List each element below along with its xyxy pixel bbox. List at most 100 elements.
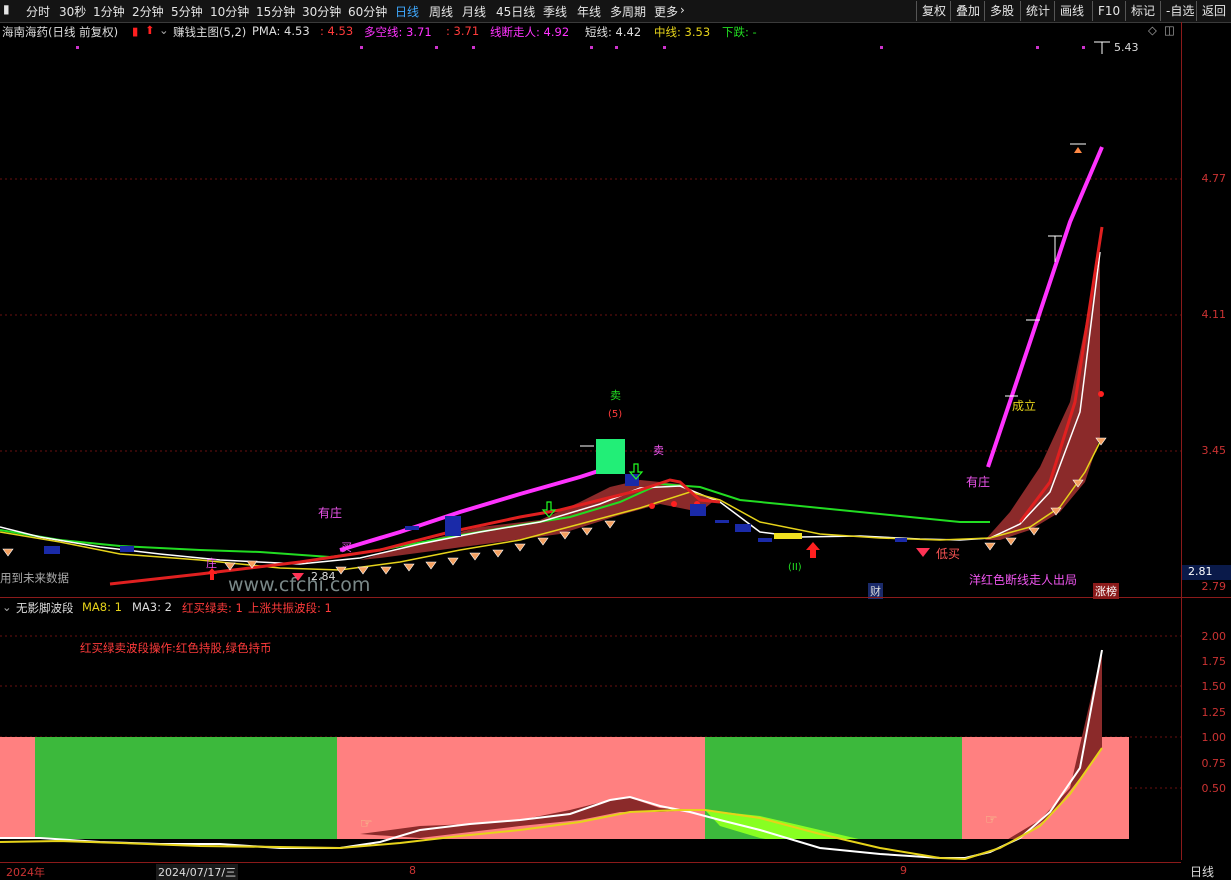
tab-45day[interactable]: 45日线 <box>496 3 535 20</box>
signal-dot <box>360 46 363 49</box>
tab-monthly[interactable]: 月线 <box>462 3 486 20</box>
duanxian-value: 短线: 4.42 <box>585 25 642 39</box>
diamond-icon <box>537 537 549 546</box>
sell-signal-box <box>596 439 625 474</box>
y-tick: 2.79 <box>1201 580 1227 593</box>
xiadie-value: 下跌: - <box>722 25 757 39</box>
tab-1min[interactable]: 1分钟 <box>93 3 125 20</box>
tab-2min[interactable]: 2分钟 <box>132 3 164 20</box>
signal-dot <box>1098 391 1104 397</box>
period-toolbar: ▮ 分时 30秒 1分钟 2分钟 5分钟 10分钟 15分钟 30分钟 60分钟… <box>0 0 1231 23</box>
diamond-icon <box>425 561 437 570</box>
y-tick: 3.45 <box>1201 444 1227 457</box>
trend-band <box>360 480 715 560</box>
dimai-label: 低买 <box>936 547 961 561</box>
signal-dot <box>671 501 677 507</box>
button-zixuan[interactable]: -自选 <box>1160 1 1199 21</box>
lock-icon: ▮ <box>132 24 139 38</box>
sub-y-tick: 1.75 <box>1201 655 1227 668</box>
marker-ii: (II) <box>788 562 802 573</box>
diamond-icon <box>2 548 14 557</box>
tab-5min[interactable]: 5分钟 <box>171 3 203 20</box>
exit-note: 洋红色断线走人出局 <box>969 573 1078 587</box>
sub-indicator-name[interactable]: 无影脚波段 <box>16 600 74 616</box>
diamond-icon <box>357 566 369 575</box>
candle <box>625 474 639 486</box>
tab-multi-period[interactable]: 多周期 <box>610 3 646 20</box>
future-data-note: 用到未来数据 <box>0 571 69 585</box>
button-huaxian[interactable]: 画线 <box>1054 1 1089 21</box>
peak-marker-icon <box>1074 147 1082 153</box>
tab-more[interactable]: 更多 <box>654 3 678 20</box>
signal-box <box>774 533 802 539</box>
signal-dot <box>1082 46 1085 49</box>
arrow-up-icon: ⬆ <box>145 23 155 37</box>
chevron-down-icon[interactable]: ⌄ <box>2 600 12 614</box>
chevron-down-icon[interactable]: ⌄ <box>159 23 169 37</box>
shangzhang-value: 上涨共振波段: 1 <box>248 601 332 615</box>
youzhuang-label: 有庄 <box>318 506 343 520</box>
arrow-up-icon <box>806 542 820 558</box>
xianduan-value: 线断走人: 4.92 <box>490 25 570 39</box>
tab-quarterly[interactable]: 季线 <box>543 3 567 20</box>
indicator-name[interactable]: 赚钱主图(5,2) <box>173 24 246 40</box>
sub-y-tick: 0.75 <box>1201 757 1227 770</box>
signal-dot <box>472 46 475 49</box>
tab-60min[interactable]: 60分钟 <box>348 3 387 20</box>
button-biaoji[interactable]: 标记 <box>1125 1 1160 21</box>
menu-icon[interactable]: ▮ <box>3 2 10 16</box>
y-tick: 4.77 <box>1201 172 1227 185</box>
button-diejia[interactable]: 叠加 <box>950 1 985 21</box>
chengli-label: 成立 <box>1012 399 1037 413</box>
main-chart-svg <box>0 41 1181 586</box>
stock-title: 海南海药(日线 前复权) <box>2 25 119 39</box>
tab-weekly[interactable]: 周线 <box>429 3 453 20</box>
duokong-value-2: : 3.71 <box>446 24 480 38</box>
sub-chart-panel[interactable]: ☞ ☞ ⌄ 无影脚波段 MA8: 1 MA3: 2 红买绿卖: 1 上涨共振波段… <box>0 598 1181 860</box>
tab-daily[interactable]: 日线 <box>395 3 419 20</box>
diamond-icon <box>916 548 930 557</box>
window-toggle-icon[interactable]: ◫ <box>1164 23 1175 37</box>
candle <box>120 546 134 552</box>
candle <box>715 520 729 523</box>
diamond-icon <box>447 557 459 566</box>
tab-yearly[interactable]: 年线 <box>577 3 601 20</box>
tab-15min[interactable]: 15分钟 <box>256 3 295 20</box>
diamond-icon <box>1028 527 1040 536</box>
candle <box>690 504 706 516</box>
tab-fenshi[interactable]: 分时 <box>26 3 50 20</box>
sub-chart-svg: ☞ ☞ <box>0 635 1181 860</box>
tab-30min[interactable]: 30分钟 <box>302 3 341 20</box>
sell-label: 卖 <box>653 444 664 457</box>
signal-dot <box>880 46 883 49</box>
tab-30s[interactable]: 30秒 <box>59 3 86 20</box>
x-tick: 8 <box>409 864 416 877</box>
y-tick: 4.11 <box>1201 308 1227 321</box>
button-back[interactable]: 返回 <box>1196 1 1231 21</box>
diamond-icon <box>403 563 415 572</box>
sub-y-tick: 1.50 <box>1201 680 1227 693</box>
ma8-value: MA8: 1 <box>82 600 122 614</box>
price-axis: 4.77 4.11 3.45 2.79 2.81 2.00 1.75 1.50 … <box>1181 22 1231 860</box>
ma3-value: MA3: 2 <box>132 600 172 614</box>
tab-10min[interactable]: 10分钟 <box>210 3 249 20</box>
signal-dot <box>615 46 618 49</box>
button-duogu[interactable]: 多股 <box>984 1 1019 21</box>
high-price-label: 5.43 <box>1114 41 1139 54</box>
period-label[interactable]: 日线 <box>1190 863 1214 880</box>
chevron-right-icon[interactable]: › <box>680 3 685 17</box>
sub-y-tick: 1.00 <box>1201 731 1227 744</box>
button-fuquan[interactable]: 复权 <box>916 1 951 21</box>
sub-y-tick: 2.00 <box>1201 630 1227 643</box>
signal-dot <box>649 503 655 509</box>
youzhuang-label-2: 有庄 <box>966 475 991 489</box>
diamond-icon <box>469 552 481 561</box>
button-f10[interactable]: F10 <box>1092 1 1125 21</box>
hongmai-value: 红买绿卖: 1 <box>182 601 243 615</box>
main-chart-panel[interactable]: 海南海药(日线 前复权) ▮ ⬆ ⌄ 赚钱主图(5,2) PMA: 4.53 :… <box>0 22 1181 599</box>
diamond-outline-icon[interactable]: ◇ <box>1148 23 1157 37</box>
bear-zone <box>35 737 337 839</box>
watermark: www.cfchi.com <box>228 574 371 596</box>
button-tongji[interactable]: 统计 <box>1020 1 1055 21</box>
time-axis: 2024年 2024/07/17/三 8 9 <box>0 862 1181 880</box>
